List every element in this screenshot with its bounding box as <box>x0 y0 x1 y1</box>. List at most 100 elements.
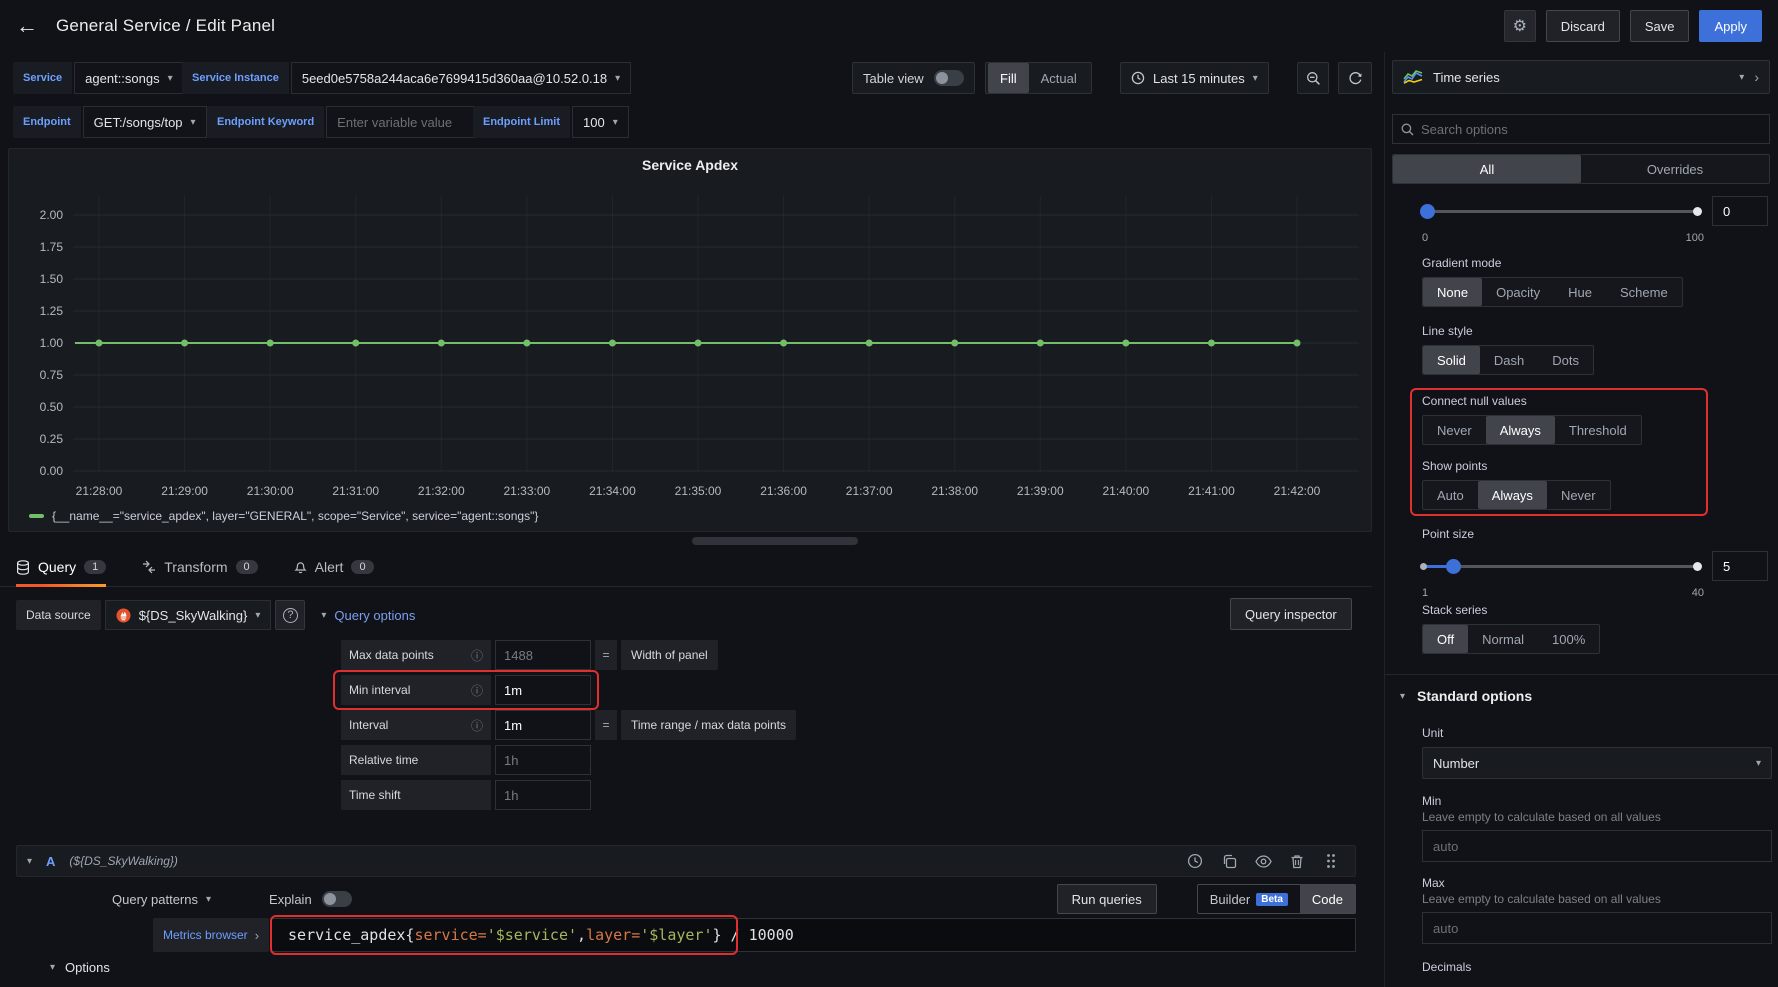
tab-transform[interactable]: Transform 0 <box>142 548 257 587</box>
query-toolbar-row: Query patterns ▾ Explain Run queries Bui… <box>112 884 1356 914</box>
search-options-input[interactable] <box>1392 114 1770 144</box>
svg-text:1.75: 1.75 <box>40 240 64 254</box>
apply-button[interactable]: Apply <box>1699 10 1762 42</box>
tab-overrides[interactable]: Overrides <box>1581 155 1769 183</box>
query-inspector-button[interactable]: Query inspector <box>1230 598 1352 630</box>
copy-icon <box>1222 854 1237 869</box>
table-view-toggle[interactable] <box>934 70 964 86</box>
datasource-help-button[interactable]: ? <box>275 600 305 630</box>
stack-100[interactable]: 100% <box>1538 625 1599 653</box>
standard-options-divider <box>1385 674 1778 675</box>
nulls-threshold[interactable]: Threshold <box>1555 416 1641 444</box>
panel-settings-button[interactable]: ⚙ <box>1504 10 1536 42</box>
max-data-points-input[interactable]: 1488 <box>495 640 591 670</box>
max-data-points-extra: Width of panel <box>621 640 718 670</box>
max-input[interactable] <box>1422 912 1772 944</box>
stack-normal[interactable]: Normal <box>1468 625 1538 653</box>
fill-option[interactable]: Fill <box>988 63 1029 93</box>
panel-resize-handle[interactable] <box>692 537 858 545</box>
zoom-out-button[interactable] <box>1297 62 1329 94</box>
line-dots[interactable]: Dots <box>1538 346 1593 374</box>
code-option[interactable]: Code <box>1300 885 1355 913</box>
collapse-pane-icon[interactable]: › <box>1754 69 1759 85</box>
gradient-opacity[interactable]: Opacity <box>1482 278 1554 306</box>
save-button[interactable]: Save <box>1630 10 1690 42</box>
slider-handle[interactable] <box>1446 559 1461 574</box>
trash-icon <box>1290 854 1304 869</box>
point-size-slider[interactable] <box>1422 565 1700 568</box>
show-points-group: Auto Always Never <box>1422 480 1611 510</box>
service-select[interactable]: agent::songs▾ <box>74 62 183 94</box>
variable-service-instance: Service Instance 5eed0e5758a244aca6e7699… <box>182 62 631 94</box>
datasource-select[interactable]: ${DS_SkyWalking}▾ <box>105 600 272 630</box>
min-interval-input[interactable]: 1m <box>495 675 591 705</box>
nulls-never[interactable]: Never <box>1423 416 1486 444</box>
gradient-hue[interactable]: Hue <box>1554 278 1606 306</box>
tab-all[interactable]: All <box>1393 155 1581 183</box>
query-duration-button[interactable] <box>1181 850 1209 872</box>
visualization-picker[interactable]: Time series ▾ › <box>1392 60 1770 94</box>
slider-min-cap <box>1420 563 1427 570</box>
info-icon: ⓘ <box>471 682 483 699</box>
line-solid[interactable]: Solid <box>1423 346 1480 374</box>
tab-query[interactable]: Query 1 <box>16 548 106 587</box>
query-patterns-dropdown[interactable]: Query patterns ▾ <box>112 892 211 907</box>
gradient-none[interactable]: None <box>1423 278 1482 306</box>
fill-opacity-value[interactable]: 0 <box>1712 196 1768 226</box>
standard-options-header[interactable]: ▾ Standard options <box>1400 688 1532 704</box>
interval-input[interactable]: 1m <box>495 710 591 740</box>
time-range-picker[interactable]: Last 15 minutes ▾ <box>1120 62 1269 94</box>
builder-option[interactable]: BuilderBeta <box>1198 885 1300 913</box>
promql-editor[interactable]: service_apdex{service='$service', layer=… <box>271 918 1356 952</box>
gradient-scheme[interactable]: Scheme <box>1606 278 1682 306</box>
tab-alert[interactable]: Alert 0 <box>294 548 374 587</box>
svg-text:21:36:00: 21:36:00 <box>760 484 807 498</box>
run-queries-button[interactable]: Run queries <box>1057 884 1157 914</box>
slider-handle[interactable] <box>1420 204 1435 219</box>
nulls-always[interactable]: Always <box>1486 416 1555 444</box>
relative-time-input[interactable]: 1h <box>495 745 591 775</box>
explain-toggle[interactable] <box>322 891 352 907</box>
stack-off[interactable]: Off <box>1423 625 1468 653</box>
points-always[interactable]: Always <box>1478 481 1547 509</box>
unit-select[interactable]: Number ▾ <box>1422 747 1772 779</box>
interval-extra: Time range / max data points <box>621 710 796 740</box>
hide-query-button[interactable] <box>1249 850 1277 872</box>
points-never[interactable]: Never <box>1547 481 1610 509</box>
prometheus-icon <box>116 608 131 623</box>
refresh-button[interactable] <box>1338 62 1372 94</box>
fill-opacity-slider[interactable] <box>1422 210 1700 213</box>
endpoint-limit-select[interactable]: 100▾ <box>572 106 629 138</box>
query-options-header[interactable]: ▾ Query options <box>321 608 415 623</box>
query-row-a[interactable]: ▾ A (${DS_SkyWalking}) <box>16 845 1356 877</box>
line-dash[interactable]: Dash <box>1480 346 1538 374</box>
drag-query-handle[interactable] <box>1317 850 1345 872</box>
min-input[interactable] <box>1422 830 1772 862</box>
point-size-value[interactable]: 5 <box>1712 551 1768 581</box>
chevron-down-icon: ▾ <box>1253 73 1258 84</box>
endpoint-select[interactable]: GET:/songs/top▾ <box>83 106 207 138</box>
svg-text:0.75: 0.75 <box>40 368 64 382</box>
actual-option[interactable]: Actual <box>1029 63 1089 93</box>
svg-text:21:41:00: 21:41:00 <box>1188 484 1235 498</box>
service-instance-select[interactable]: 5eed0e5758a244aca6e7699415d360aa@10.52.0… <box>291 62 631 94</box>
discard-button[interactable]: Discard <box>1546 10 1620 42</box>
clock-icon <box>1131 71 1145 85</box>
chart-legend[interactable]: {__name__="service_apdex", layer="GENERA… <box>29 509 538 523</box>
service-label: Service <box>13 62 72 94</box>
metrics-browser-button[interactable]: Metrics browser › <box>153 918 269 952</box>
duplicate-query-button[interactable] <box>1215 850 1243 872</box>
option-relative-time: Relative time 1h <box>341 745 591 775</box>
line-style-section: Line style Solid Dash Dots <box>1422 324 1594 375</box>
back-arrow-icon[interactable]: ← <box>16 13 38 39</box>
points-auto[interactable]: Auto <box>1423 481 1478 509</box>
svg-text:21:42:00: 21:42:00 <box>1274 484 1321 498</box>
delete-query-button[interactable] <box>1283 850 1311 872</box>
svg-text:0.50: 0.50 <box>40 400 64 414</box>
option-interval: Intervalⓘ 1m = Time range / max data poi… <box>341 710 796 740</box>
transform-count-badge: 0 <box>236 560 258 574</box>
time-shift-input[interactable]: 1h <box>495 780 591 810</box>
duration-clock-icon <box>1187 853 1203 869</box>
endpoint-keyword-input[interactable] <box>326 106 484 138</box>
options-section-header[interactable]: ▾ Options <box>50 960 110 975</box>
